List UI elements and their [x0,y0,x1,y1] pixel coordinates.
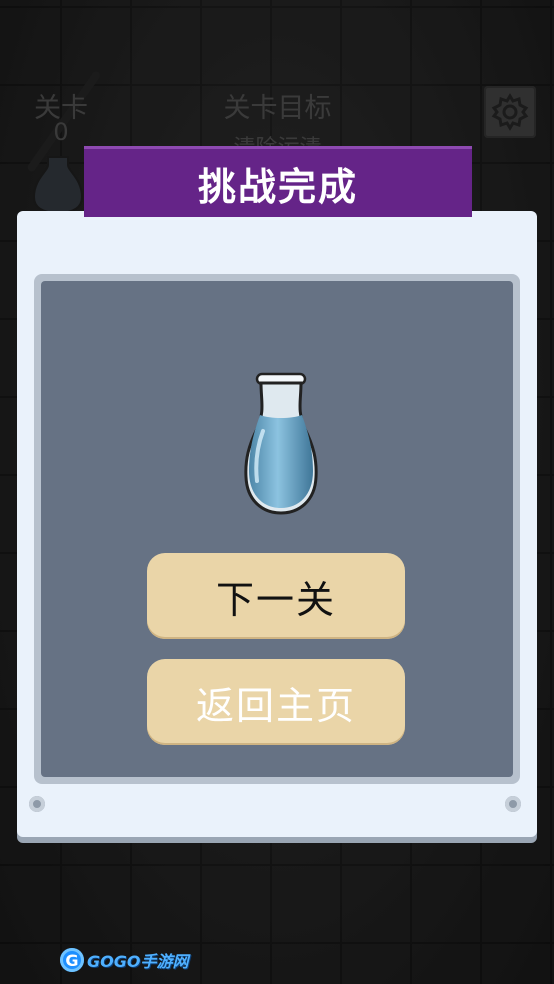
reward-panel-fill: 下一关 返回主页 [41,281,513,777]
next-level-button[interactable]: 下一关 [147,553,405,639]
water-bottle-icon [243,371,319,521]
bolt-left-icon [29,796,45,812]
watermark: G GOGO手游网 [60,948,188,972]
watermark-text: GOGO手游网 [87,952,189,971]
return-home-button[interactable]: 返回主页 [147,659,405,745]
dialog-title: 挑战完成 [84,146,472,217]
bolt-right-icon [505,796,521,812]
level-complete-dialog: 下一关 返回主页 [17,211,537,837]
reward-panel: 下一关 返回主页 [34,274,520,784]
watermark-logo-icon: G [60,948,84,972]
